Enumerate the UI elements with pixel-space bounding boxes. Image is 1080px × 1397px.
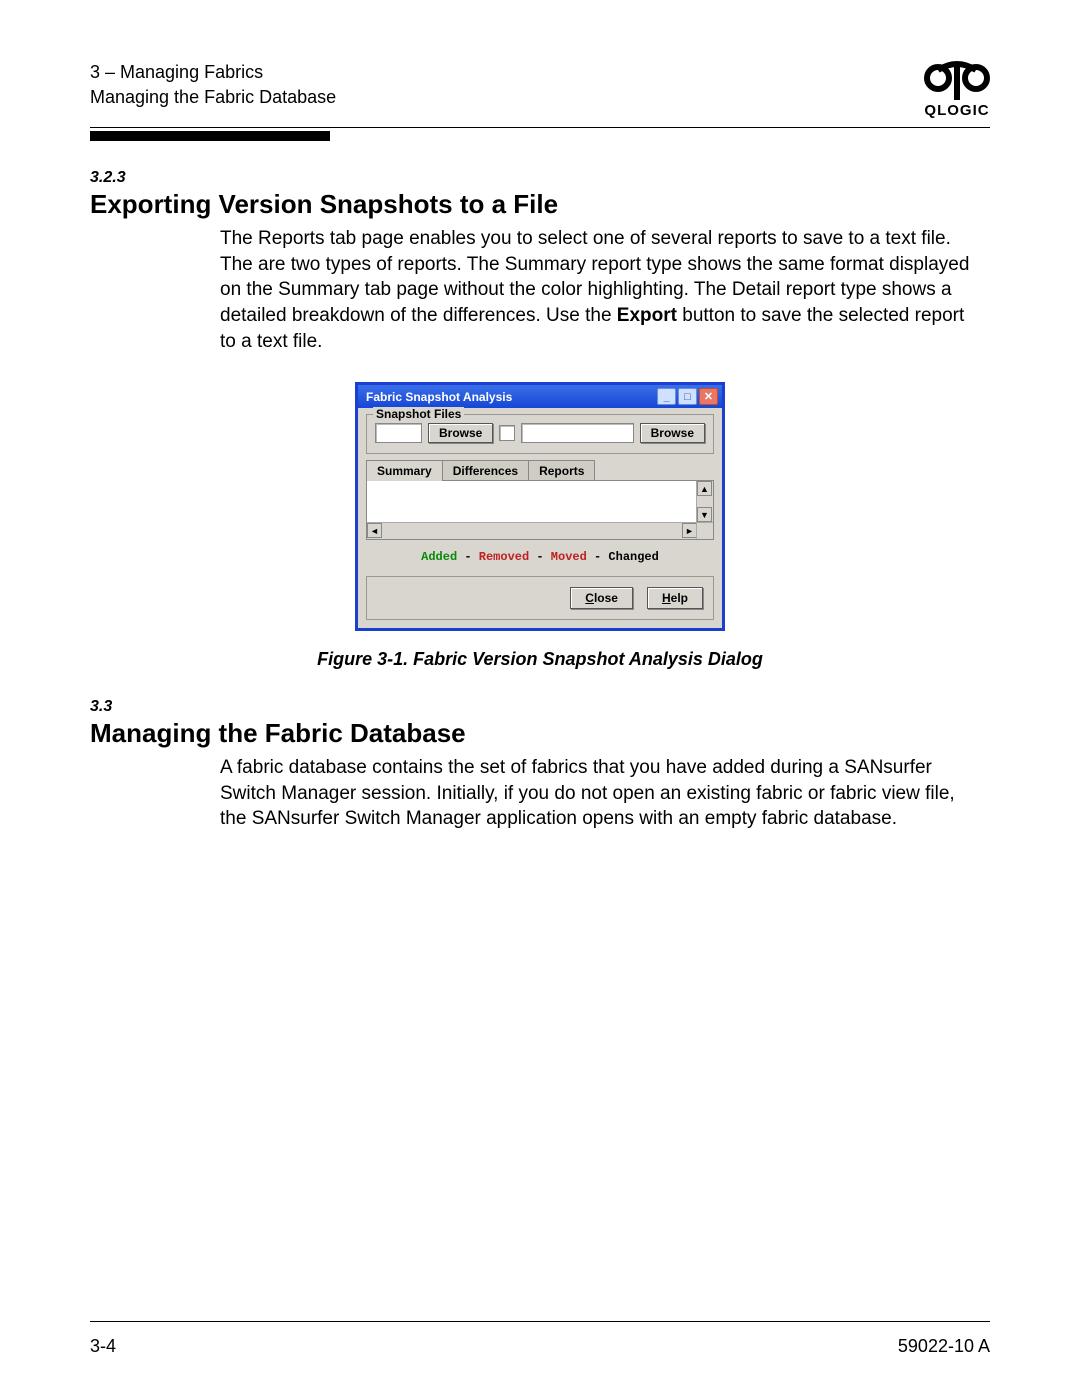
legend-moved: Moved — [551, 550, 587, 564]
figure-dialog: Fabric Snapshot Analysis _ □ ✕ Snapshot … — [355, 382, 725, 631]
logo-text: QLOGIC — [924, 102, 990, 119]
browse-button-1[interactable]: Browse — [428, 423, 493, 443]
section-title-1: Exporting Version Snapshots to a File — [90, 189, 990, 220]
page-footer: 3-4 59022-10 A — [90, 1321, 990, 1357]
dialog-title: Fabric Snapshot Analysis — [366, 390, 512, 404]
section-2-paragraph: A fabric database contains the set of fa… — [220, 755, 980, 832]
dialog-titlebar[interactable]: Fabric Snapshot Analysis _ □ ✕ — [358, 385, 722, 408]
file-checkbox[interactable] — [499, 425, 515, 441]
browse-button-2[interactable]: Browse — [640, 423, 705, 443]
export-word: Export — [617, 305, 677, 326]
section-1-paragraph: The Reports tab page enables you to sele… — [220, 226, 980, 354]
scroll-right-icon[interactable]: ► — [682, 523, 697, 538]
chapter-label: 3 – Managing Fabrics — [90, 60, 336, 85]
help-rest: elp — [671, 591, 688, 605]
legend-sep-2: - — [529, 550, 551, 564]
section-number-1: 3.2.3 — [90, 169, 990, 187]
legend-sep-1: - — [457, 550, 479, 564]
dialog-tabs: Summary Differences Reports — [366, 460, 714, 481]
figure-caption: Figure 3-1. Fabric Version Snapshot Anal… — [90, 649, 990, 670]
fieldset-legend: Snapshot Files — [373, 407, 464, 421]
legend-row: Added - Removed - Moved - Changed — [366, 540, 714, 570]
dialog-button-panel: Close Help — [366, 576, 714, 620]
file-input-1[interactable] — [375, 423, 422, 443]
legend-added: Added — [421, 550, 457, 564]
header-rule — [90, 127, 990, 141]
legend-removed: Removed — [479, 550, 529, 564]
snapshot-files-fieldset: Snapshot Files Browse Browse — [366, 414, 714, 454]
scroll-down-icon[interactable]: ▼ — [697, 507, 712, 522]
footer-page: 3-4 — [90, 1336, 116, 1357]
help-button[interactable]: Help — [647, 587, 703, 609]
scroll-corner — [696, 522, 713, 539]
tab-differences[interactable]: Differences — [442, 460, 529, 481]
legend-sep-3: - — [587, 550, 609, 564]
snapshot-dialog: Fabric Snapshot Analysis _ □ ✕ Snapshot … — [355, 382, 725, 631]
scroll-up-icon[interactable]: ▲ — [697, 481, 712, 496]
close-button[interactable]: Close — [570, 587, 633, 609]
tab-summary[interactable]: Summary — [366, 460, 443, 481]
dialog-content-area: ▲ ▼ ◄ ► — [366, 480, 714, 540]
legend-changed: Changed — [608, 550, 658, 564]
minimize-icon[interactable]: _ — [657, 388, 676, 405]
header-text: 3 – Managing Fabrics Managing the Fabric… — [90, 60, 336, 110]
qlogic-icon — [924, 60, 990, 100]
vertical-scrollbar[interactable]: ▲ ▼ — [696, 481, 713, 522]
close-icon[interactable]: ✕ — [699, 388, 718, 405]
file-input-2[interactable] — [521, 423, 633, 443]
tab-reports[interactable]: Reports — [528, 460, 595, 481]
footer-doc: 59022-10 A — [898, 1336, 990, 1357]
scroll-left-icon[interactable]: ◄ — [367, 523, 382, 538]
section-number-2: 3.3 — [90, 698, 990, 716]
section-label: Managing the Fabric Database — [90, 85, 336, 110]
brand-logo: QLOGIC — [924, 60, 990, 119]
maximize-icon[interactable]: □ — [678, 388, 697, 405]
section-title-2: Managing the Fabric Database — [90, 718, 990, 749]
close-rest: lose — [594, 591, 618, 605]
horizontal-scrollbar[interactable]: ◄ ► — [367, 522, 697, 539]
